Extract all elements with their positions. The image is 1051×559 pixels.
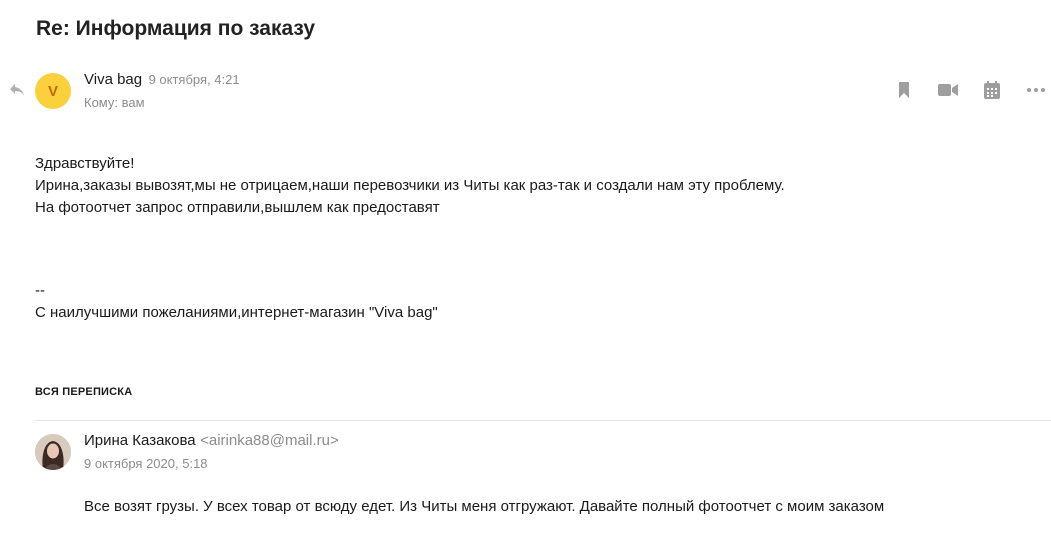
email-view: Re: Информация по заказу V Viva bag 9 ок…: [0, 0, 1051, 559]
message-body: Здравствуйте! Ирина,заказы вывозят,мы не…: [35, 153, 785, 219]
body-line: На фотоотчет запрос отправили,вышлем как…: [35, 199, 440, 216]
bookmark-icon[interactable]: [893, 80, 915, 100]
more-icon[interactable]: [1025, 80, 1047, 100]
body-line: Здравствуйте!: [35, 155, 135, 172]
thread-sender-email[interactable]: <airinka88@mail.ru>: [200, 432, 339, 449]
thread-sender: Ирина Казакова <airinka88@mail.ru>: [84, 432, 339, 450]
calendar-icon[interactable]: [981, 80, 1003, 100]
sender-name[interactable]: Viva bag: [84, 71, 142, 88]
recipient-line[interactable]: Кому: вам: [84, 95, 145, 110]
reply-icon[interactable]: [9, 83, 25, 97]
signature-separator: --: [35, 282, 45, 299]
email-subject: Re: Информация по заказу: [36, 17, 315, 40]
body-line: Ирина,заказы вывозят,мы не отрицаем,наши…: [35, 177, 785, 194]
thread-divider: [35, 420, 1051, 421]
video-icon[interactable]: [937, 80, 959, 100]
sender-line: Viva bag 9 октября, 4:21: [84, 71, 240, 89]
thread-message-body: Все возят грузы. У всех товар от всюду е…: [84, 498, 885, 515]
thread-sender-name[interactable]: Ирина Казакова: [84, 432, 196, 449]
thread-date: 9 октября 2020, 5:18: [84, 456, 208, 471]
signature-text: С наилучшими пожеланиями,интернет-магази…: [35, 304, 438, 321]
thread-avatar[interactable]: [35, 434, 71, 470]
sender-date: 9 октября, 4:21: [148, 72, 240, 87]
sender-avatar[interactable]: V: [35, 73, 71, 109]
signature: -- С наилучшими пожеланиями,интернет-маг…: [35, 280, 438, 324]
thread-label: ВСЯ ПЕРЕПИСКА: [35, 386, 133, 398]
